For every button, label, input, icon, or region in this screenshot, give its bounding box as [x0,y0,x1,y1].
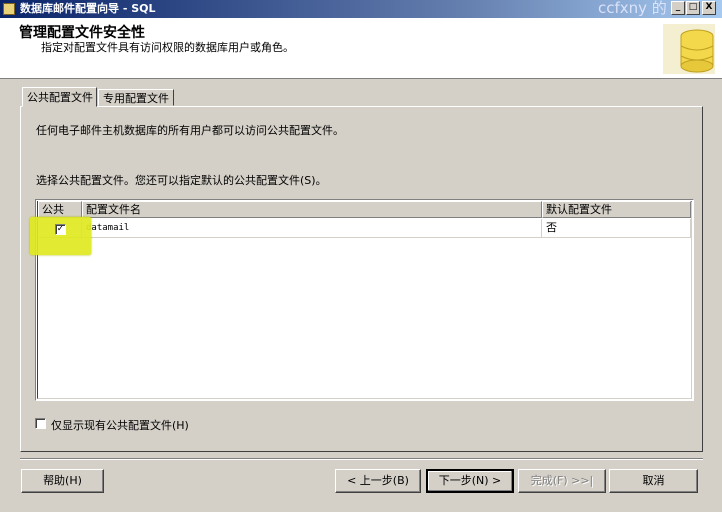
maximize-button[interactable]: □ [686,1,700,15]
profile-grid: 公共 配置文件名 默认配置文件 datamail 否 [35,199,694,401]
window-title: 数据库邮件配置向导 - SQL [20,2,156,15]
show-existing-public-checkbox[interactable] [35,418,46,429]
back-button[interactable]: < 上一步(B) [335,469,421,493]
public-checkbox[interactable]: ✓ [55,224,66,235]
next-button[interactable]: 下一步(N) > [426,469,514,493]
highlight-annotation [30,217,91,255]
app-icon [3,3,15,15]
tab-public-profiles[interactable]: 公共配置文件 [22,87,97,107]
button-separator [20,458,703,460]
show-existing-public-label: 仅显示现有公共配置文件(H) [51,419,189,432]
table-cell-profile-name[interactable]: datamail [82,219,542,238]
column-header-public[interactable]: 公共 [38,201,82,218]
database-icon [663,24,715,74]
column-header-profile-name[interactable]: 配置文件名 [82,201,542,218]
tab-private-profiles[interactable]: 专用配置文件 [98,89,174,106]
wizard-header: 管理配置文件安全性 指定对配置文件具有访问权限的数据库用户或角色。 [0,18,722,79]
intro-text: 任何电子邮件主机数据库的所有用户都可以访问公共配置文件。 [36,124,344,137]
minimize-button[interactable]: _ [671,1,685,15]
finish-button[interactable]: 完成(F) >>| [518,469,606,493]
column-header-default-profile[interactable]: 默认配置文件 [542,201,691,218]
close-button[interactable]: X [702,1,716,15]
cancel-button[interactable]: 取消 [609,469,698,493]
title-bar: 数据库邮件配置向导 - SQL ccfxny 的 _ □ X [0,0,722,18]
page-subtitle: 指定对配置文件具有访问权限的数据库用户或角色。 [41,41,294,54]
select-prompt-text: 选择公共配置文件。您还可以指定默认的公共配置文件(S)。 [36,174,327,187]
table-cell-default[interactable]: 否 [542,219,691,238]
help-button[interactable]: 帮助(H) [21,469,104,493]
watermark-text: ccfxny 的 [598,0,667,17]
